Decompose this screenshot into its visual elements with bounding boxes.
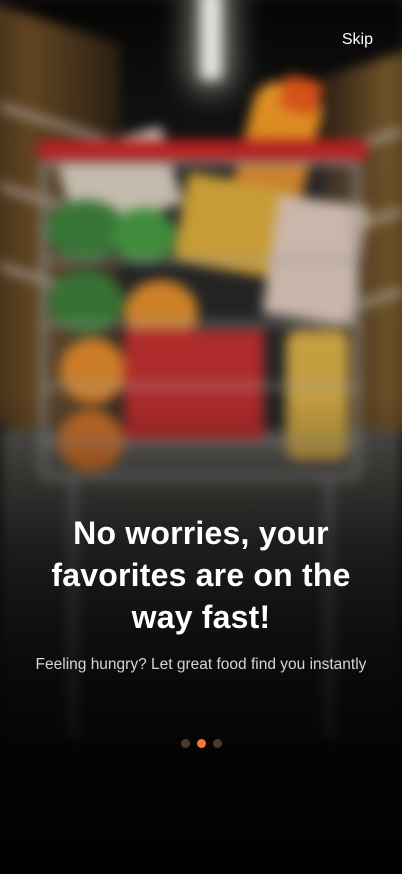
onboarding-subtitle: Feeling hungry? Let great food find you … (35, 656, 367, 673)
onboarding-title: No worries, your favorites are on the wa… (51, 515, 351, 635)
pagination-dot[interactable] (213, 739, 222, 748)
skip-button[interactable]: Skip (342, 31, 373, 49)
pagination-dot-active[interactable] (197, 739, 206, 748)
onboarding-screen: Skip No worries, your favorites are on t… (0, 0, 402, 874)
pagination-dot[interactable] (181, 739, 190, 748)
pagination-dots (181, 739, 222, 748)
